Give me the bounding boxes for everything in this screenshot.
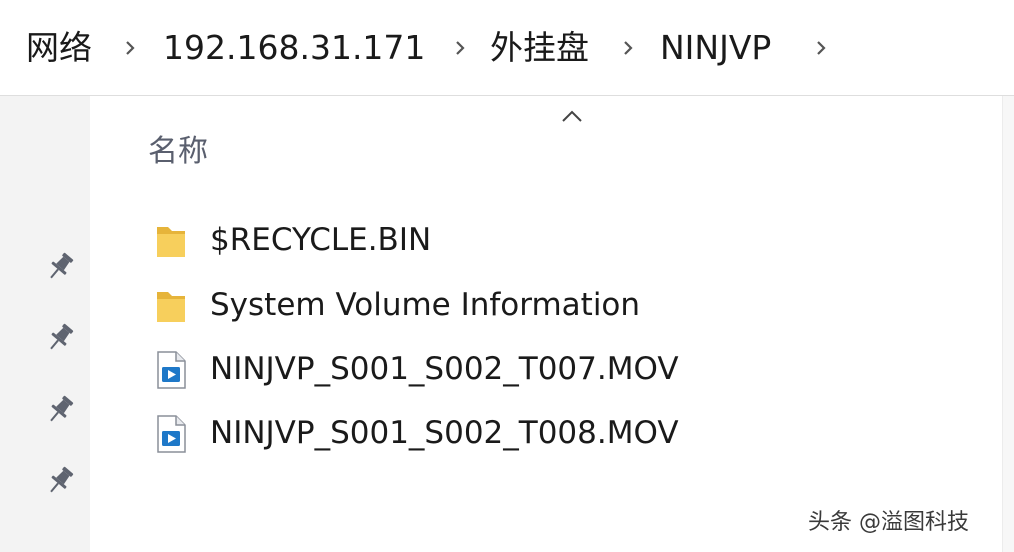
- watermark: 头条 @溢图科技: [808, 510, 969, 535]
- chevron-right-icon[interactable]: [455, 40, 465, 56]
- sort-ascending-icon[interactable]: [560, 108, 584, 124]
- chevron-right-icon[interactable]: [816, 40, 826, 56]
- file-name: $RECYCLE.BIN: [210, 222, 432, 258]
- address-bar: 网络 192.168.31.171 外挂盘 NINJVP: [0, 0, 1014, 96]
- list-item[interactable]: System Volume Information: [148, 276, 928, 334]
- navigation-pane: [0, 96, 90, 552]
- file-name: System Volume Information: [210, 287, 641, 323]
- chevron-right-icon[interactable]: [623, 40, 633, 56]
- column-header-name[interactable]: 名称: [148, 130, 208, 174]
- breadcrumb-item-folder[interactable]: NINJVP: [660, 24, 771, 72]
- pin-icon[interactable]: [43, 464, 77, 498]
- file-name: NINJVP_S001_S002_T007.MOV: [210, 351, 679, 387]
- video-file-icon: [154, 414, 188, 454]
- breadcrumb-item-share[interactable]: 外挂盘: [490, 24, 589, 72]
- breadcrumb-item-host[interactable]: 192.168.31.171: [163, 24, 425, 72]
- pin-icon[interactable]: [43, 250, 77, 284]
- chevron-right-icon[interactable]: [125, 40, 135, 56]
- video-file-icon: [154, 350, 188, 390]
- pin-icon[interactable]: [43, 393, 77, 427]
- pin-icon[interactable]: [43, 321, 77, 355]
- vertical-scrollbar[interactable]: [1002, 96, 1014, 552]
- breadcrumb-item-network[interactable]: 网络: [26, 24, 92, 72]
- list-item[interactable]: NINJVP_S001_S002_T007.MOV: [148, 340, 928, 398]
- folder-icon: [154, 221, 188, 261]
- list-item[interactable]: NINJVP_S001_S002_T008.MOV: [148, 404, 928, 462]
- file-name: NINJVP_S001_S002_T008.MOV: [210, 415, 679, 451]
- list-item[interactable]: $RECYCLE.BIN: [148, 211, 928, 269]
- folder-icon: [154, 286, 188, 326]
